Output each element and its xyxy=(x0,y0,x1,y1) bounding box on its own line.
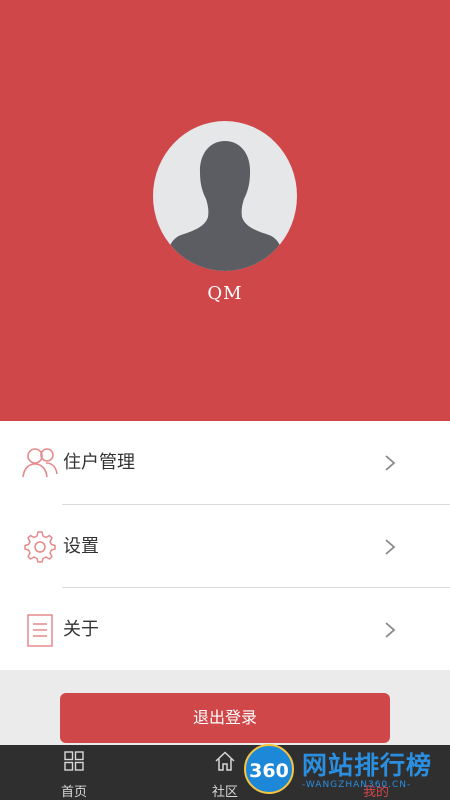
watermark-title: 网站排行榜 xyxy=(302,751,433,780)
menu-list: 住户管理 设置 关于 xyxy=(0,421,450,670)
chevron-right-icon xyxy=(385,539,396,555)
username: QM xyxy=(207,283,243,304)
chevron-right-icon xyxy=(385,622,396,638)
menu-item-label: 住户管理 xyxy=(63,452,135,473)
gear-icon xyxy=(24,531,56,563)
menu-item-about[interactable]: 关于 xyxy=(0,588,450,671)
logout-button[interactable]: 退出登录 xyxy=(60,693,390,743)
document-icon xyxy=(27,614,53,647)
menu-item-label: 设置 xyxy=(63,536,99,557)
avatar[interactable] xyxy=(153,121,297,271)
tab-home[interactable]: 首页 xyxy=(29,745,119,800)
chevron-right-icon xyxy=(385,455,396,471)
menu-item-label: 关于 xyxy=(63,619,99,640)
menu-item-settings[interactable]: 设置 xyxy=(0,505,450,588)
person-silhouette-icon xyxy=(167,141,283,271)
profile-header: QM xyxy=(0,0,450,421)
watermark-subtitle: -WANGZHAN360.CN- xyxy=(302,780,412,790)
watermark-badge: 360 xyxy=(244,744,294,794)
grid-icon xyxy=(64,751,84,771)
home-icon xyxy=(215,751,235,771)
tab-label: 首页 xyxy=(60,785,87,800)
users-icon xyxy=(22,448,58,478)
menu-item-resident-management[interactable]: 住户管理 xyxy=(0,421,450,504)
watermark-logo: 360 网站排行榜 -WANGZHAN360.CN- xyxy=(240,738,450,800)
